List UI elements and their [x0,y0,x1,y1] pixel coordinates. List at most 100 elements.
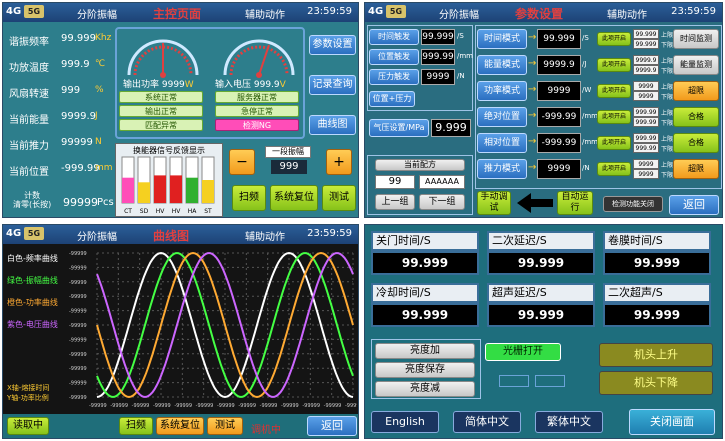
value-label: 当前能量 [9,115,49,126]
brightness-down-button[interactable]: 亮度减 [375,381,475,397]
upper-limit-value[interactable]: 9999 [633,159,659,169]
head-up-button[interactable]: 机头上升 [599,343,713,367]
menu-aux-action[interactable]: 辅助动作 [607,6,647,21]
brightness-save-button[interactable]: 亮度保存 [375,362,475,378]
mode-enable-button[interactable]: 此项开启 [597,32,631,46]
mode-value[interactable]: 9999.9 [537,55,581,75]
mode-button[interactable]: 能量模式 [477,55,527,75]
back-button[interactable]: 返回 [669,195,719,215]
test-button[interactable]: 测试 [322,185,356,211]
upper-limit-value[interactable]: 9999.9 [633,55,659,65]
back-button[interactable]: 返回 [307,416,357,436]
mode-value[interactable]: -999.99 [537,133,581,153]
status-badge: 输出正常 [119,105,203,117]
mode-enable-button[interactable]: 此项开启 [597,110,631,124]
brightness-up-button[interactable]: 亮度加 [375,343,475,359]
trigger-mode-button[interactable]: 压力触发 [369,69,419,85]
mode-button[interactable]: 绝对位置 [477,107,527,127]
reading-button[interactable]: 读取中 [7,417,49,435]
mode-value[interactable]: 9999 [537,81,581,101]
test-button[interactable]: 测试 [207,417,243,435]
timer-value[interactable]: 99.999 [371,303,479,327]
mode-status-button[interactable]: 合格 [673,107,719,127]
next-group-button[interactable]: 下一组 [419,194,465,210]
mode-status-button[interactable]: 超限 [673,81,719,101]
trigger-value[interactable]: 999.99 [421,49,455,65]
trigger-value[interactable]: 99.999 [421,29,455,45]
menu-amplitude[interactable]: 分阶振幅 [77,228,117,243]
timer-value[interactable]: 99.999 [487,303,595,327]
mode-enable-button[interactable]: 此项开启 [597,84,631,98]
value-reading: 9999.9 [61,111,96,122]
trigger-mode-button[interactable]: 位置触发 [369,49,419,65]
upper-limit-value[interactable]: 99.999 [633,29,659,39]
lower-limit-value[interactable]: 9999.9 [633,65,659,75]
grating-open-button[interactable]: 光栅打开 [485,343,561,361]
y-tick-label: -99999 [69,352,87,358]
x-tick-label: -99999 [153,403,171,409]
amplitude-minus-button[interactable]: − [229,149,255,175]
prev-group-button[interactable]: 上一组 [375,194,415,210]
trigger-mode-button[interactable]: 时间触发 [369,29,419,45]
main-control-panel: 4G 5G 分阶振幅 主控页面 辅助动作 23:59:59 谐振频率 99.999… [2,2,359,218]
head-down-button[interactable]: 机头下降 [599,371,713,395]
auto-run-button[interactable]: 自动运行 [557,191,593,215]
timer-value[interactable]: 99.999 [371,251,479,275]
mode-enable-button[interactable]: 此项开启 [597,136,631,150]
amplitude-value[interactable]: 999 [271,160,307,174]
timer-value[interactable]: 99.999 [603,303,711,327]
count-reset-button[interactable]: 计数 清零(长按) [13,191,51,209]
lower-limit-value[interactable]: 999.99 [633,117,659,127]
position-pressure-button[interactable]: 位置+压力 [369,91,415,107]
trigger-value[interactable]: 9999 [421,69,455,85]
lower-limit-value[interactable]: 9999 [633,169,659,179]
sweep-button[interactable]: 扫频 [119,417,153,435]
value-unit: N [95,137,102,147]
upper-limit-value[interactable]: 999.99 [633,133,659,143]
mode-status-button[interactable]: 超限 [673,159,719,179]
lang-simplified-button[interactable]: 简体中文 [453,411,521,433]
timer-value[interactable]: 99.999 [603,251,711,275]
close-screen-button[interactable]: 关闭画面 [629,409,715,435]
lower-limit-value[interactable]: 9999 [633,91,659,101]
system-reset-button[interactable]: 系统复位 [156,417,204,435]
menu-amplitude[interactable]: 分阶振幅 [439,6,479,21]
sweep-button[interactable]: 扫频 [232,185,266,211]
lower-limit-label: 下限 [661,94,674,101]
lang-traditional-button[interactable]: 繁体中文 [535,411,603,433]
timer-value[interactable]: 99.999 [487,251,595,275]
mode-status-button[interactable]: 能量监测 [673,55,719,75]
mode-button[interactable]: 功率模式 [477,81,527,101]
mode-button[interactable]: 推力模式 [477,159,527,179]
value-reading: 999.9 [61,59,90,70]
param-settings-button[interactable]: 参数设置 [309,35,356,55]
amplitude-plus-button[interactable]: + [326,149,352,175]
record-query-button[interactable]: 记录查询 [309,75,356,95]
mode-enable-button[interactable]: 此项开启 [597,162,631,176]
recipe-number[interactable]: 99 [375,175,415,189]
mode-value[interactable]: 99.999 [537,29,581,49]
lower-limit-value[interactable]: 999.99 [633,143,659,153]
lower-limit-value[interactable]: 99.999 [633,39,659,49]
curve-chart-button[interactable]: 曲线图 [309,115,356,135]
manual-debug-button[interactable]: 手动调试 [477,191,511,215]
mode-value[interactable]: -999.99 [537,107,581,127]
menu-aux-action[interactable]: 辅助动作 [245,228,285,243]
mode-button[interactable]: 时间模式 [477,29,527,49]
system-reset-button[interactable]: 系统复位 [270,185,318,211]
x-tick-label: -99999 [174,403,192,409]
mode-enable-button[interactable]: 此项开启 [597,58,631,72]
mode-status-button[interactable]: 时间监测 [673,29,719,49]
lang-english-button[interactable]: English [371,411,439,433]
menu-amplitude[interactable]: 分阶振幅 [77,6,117,21]
mode-value[interactable]: 9999 [537,159,581,179]
recipe-name[interactable]: AAAAAA [419,175,465,189]
value-label: 当前位置 [9,167,49,178]
mode-button[interactable]: 相对位置 [477,133,527,153]
upper-limit-value[interactable]: 999.99 [633,107,659,117]
detect-off-button[interactable]: 检测功能关闭 [603,196,663,212]
mode-status-button[interactable]: 合格 [673,133,719,153]
menu-aux-action[interactable]: 辅助动作 [245,6,285,21]
air-pressure-value[interactable]: 9.999 [431,119,471,137]
upper-limit-value[interactable]: 9999 [633,81,659,91]
